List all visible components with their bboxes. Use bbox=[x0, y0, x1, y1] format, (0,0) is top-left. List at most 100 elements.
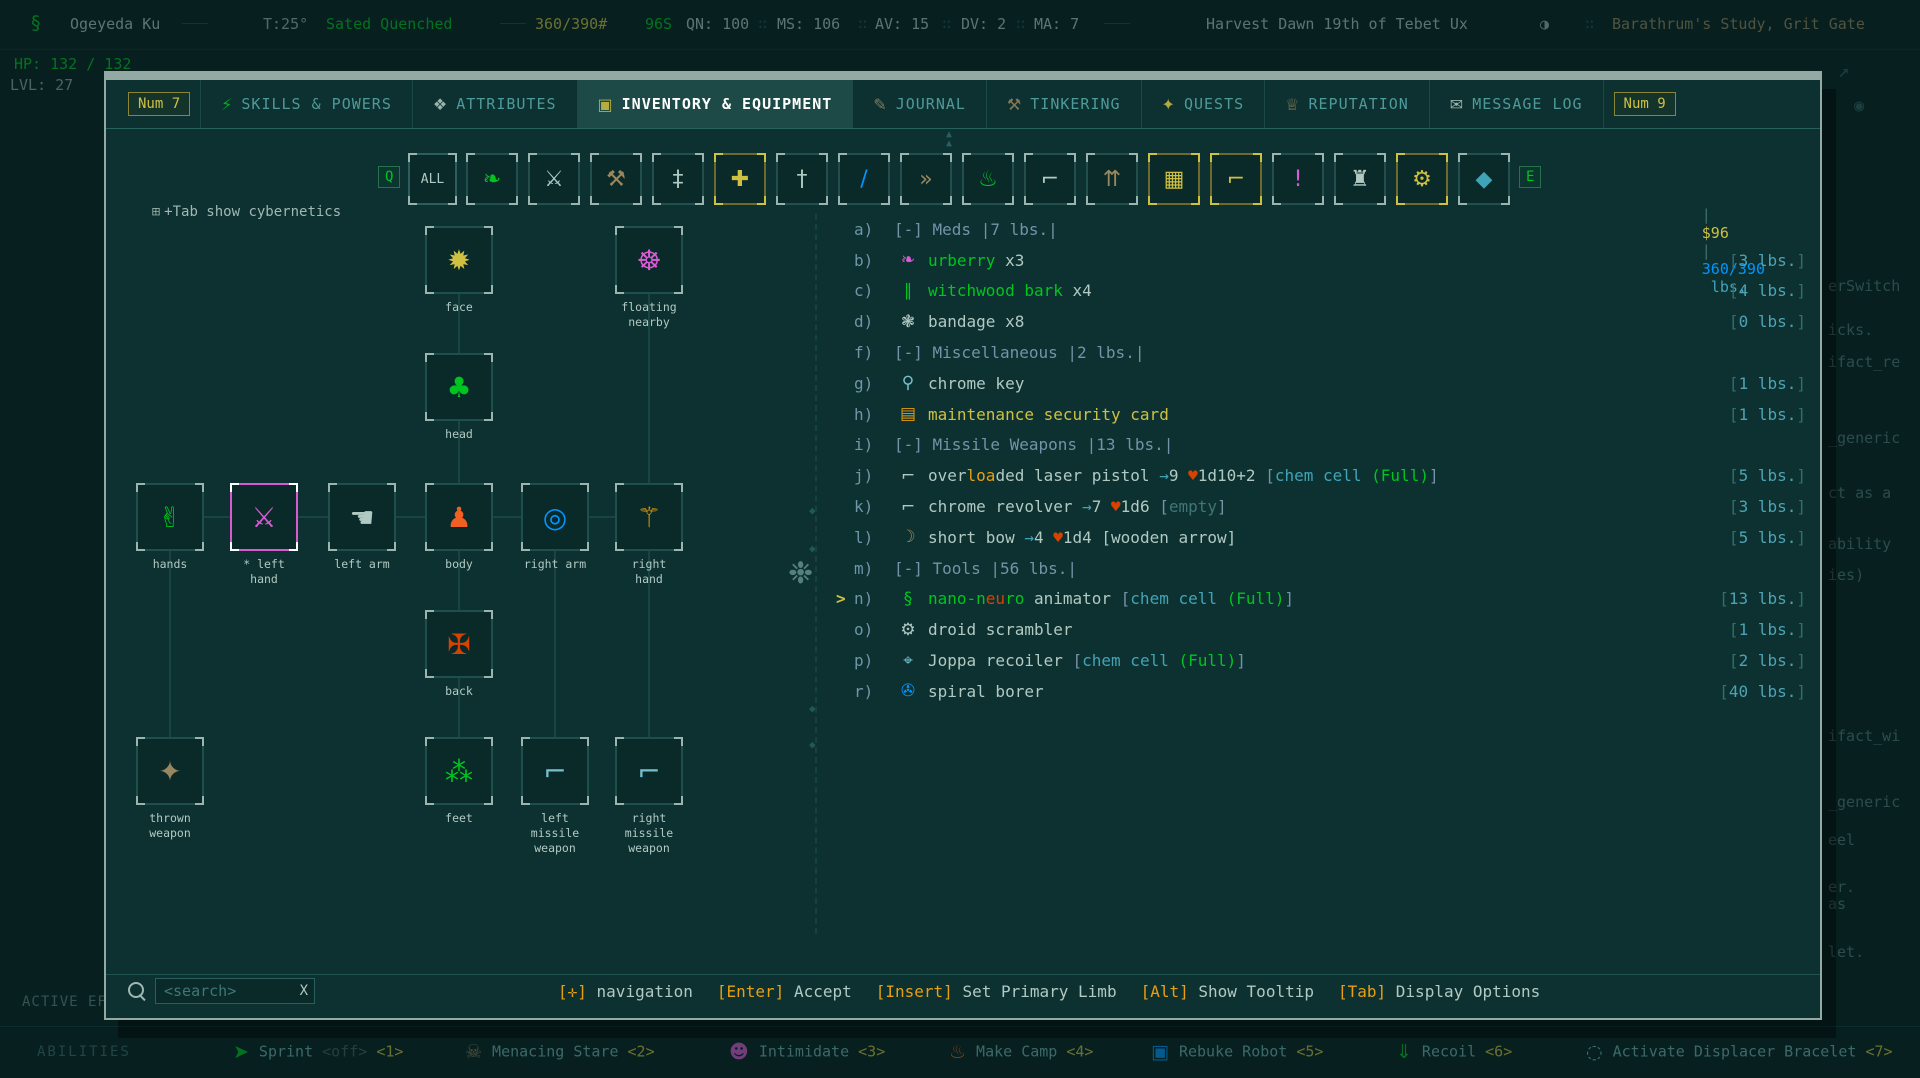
hint-display-options: [Tab] Display Options bbox=[1337, 981, 1541, 1001]
inventory-item-row[interactable]: j) ⌐ overloaded laser pistol →9 ♥1d10+2 [c… bbox=[836, 460, 1806, 491]
hint-accept: [Enter] Accept bbox=[716, 981, 852, 1001]
ability-intimidate[interactable]: ☻ Intimidate <3> bbox=[729, 1041, 885, 1063]
slot-feet[interactable]: ⁂ bbox=[425, 737, 493, 805]
row-hotkey-letter: b) bbox=[854, 250, 874, 270]
inventory-category-row[interactable]: a) [-] Meds |7 lbs.| bbox=[836, 214, 1806, 245]
inventory-item-row[interactable]: c) ∥ witchwood bark x4 [4 lbs.] bbox=[836, 276, 1806, 307]
inventory-item-row[interactable]: p) ⌖ Joppa recoiler [chem cell (Full)] [2 l… bbox=[836, 645, 1806, 676]
activate-displacer-bracelet-icon: ◌ bbox=[1586, 1041, 1603, 1063]
inventory-item-row[interactable]: o) ⚙ droid scrambler [1 lbs.] bbox=[836, 614, 1806, 645]
slot-left-arm[interactable]: ☚ bbox=[328, 483, 396, 551]
row-hotkey-letter: f) bbox=[854, 343, 874, 363]
inventory-item-row[interactable]: l) ☽ short bow →4 ♥1d4 [wooden arrow] [5 lb… bbox=[836, 522, 1806, 553]
ability-bar: ➤ Sprint <off> <1> ☠ Menacing Stare <2> ☻ Int… bbox=[0, 1027, 1920, 1078]
background-text-fragment: icks. bbox=[1828, 321, 1874, 339]
chrome-revolver-icon: ⌐ bbox=[900, 496, 916, 517]
ability-make-camp[interactable]: ♨ Make Camp <4> bbox=[949, 1041, 1093, 1063]
row-text: spiral borer bbox=[928, 681, 1044, 701]
carry-weight-readout: 360/390# bbox=[535, 15, 608, 33]
body-icon: ♟ bbox=[446, 500, 472, 534]
inventory-category-row[interactable]: i) [-] Missile Weapons |13 lbs.| bbox=[836, 430, 1806, 461]
right-arm-icon: ◎ bbox=[542, 500, 568, 534]
inventory-item-row[interactable]: r) ✇ spiral borer [40 lbs.] bbox=[836, 676, 1806, 707]
inventory-item-row[interactable]: d) ❃ bandage x8 [0 lbs.] bbox=[836, 306, 1806, 337]
clear-search-button[interactable]: X bbox=[300, 983, 308, 999]
slot-thrown-weapon[interactable]: ✦ bbox=[136, 737, 204, 805]
row-weight: [1 lbs.] bbox=[1728, 373, 1806, 393]
thirst-readout: 96S bbox=[645, 15, 673, 33]
row-hotkey-letter: p) bbox=[854, 651, 874, 671]
make-camp-icon: ♨ bbox=[949, 1041, 967, 1063]
row-weight: [1 lbs.] bbox=[1728, 620, 1806, 640]
menacing-stare-icon: ☠ bbox=[465, 1041, 483, 1063]
row-hotkey-letter: m) bbox=[854, 558, 874, 578]
slot-label-thrown-weapon: thrown weapon bbox=[149, 811, 191, 840]
inventory-item-row[interactable]: b) ❧ urberry x3 [3 lbs.] bbox=[836, 245, 1806, 276]
row-hotkey-letter: r) bbox=[854, 681, 874, 701]
slot-left-missile-weapon[interactable]: ⌐ bbox=[521, 737, 589, 805]
urberry-icon: ❧ bbox=[900, 250, 916, 271]
inventory-category-row[interactable]: f) [-] Miscellaneous |2 lbs.| bbox=[836, 337, 1806, 368]
inventory-item-row[interactable]: k) ⌐ chrome revolver →7 ♥1d6 [empty] [3 lbs… bbox=[836, 491, 1806, 522]
slot-face[interactable]: ✹ bbox=[425, 226, 493, 294]
slot-right-arm[interactable]: ◎ bbox=[521, 483, 589, 551]
armor-value-stat: AV: 15 bbox=[875, 15, 930, 33]
slot-left-hand[interactable]: ⚔ bbox=[230, 483, 298, 551]
window-resize-icon[interactable]: ↗ bbox=[1838, 60, 1849, 82]
slot-label-hands: hands bbox=[152, 557, 188, 571]
row-hotkey-letter: j) bbox=[854, 466, 874, 486]
background-text-fragment: let. bbox=[1828, 943, 1865, 961]
ability-rebuke-robot[interactable]: ▣ Rebuke Robot <5> bbox=[1151, 1041, 1323, 1063]
slot-head[interactable]: ♣ bbox=[425, 353, 493, 421]
ability-recoil[interactable]: ⇓ Recoil <6> bbox=[1396, 1041, 1512, 1063]
sprint-icon: ➤ bbox=[233, 1041, 249, 1063]
background-text-fragment: ies) bbox=[1828, 566, 1865, 584]
slot-label-left-hand: * left hand bbox=[243, 557, 285, 586]
slot-right-missile-weapon[interactable]: ⌐ bbox=[615, 737, 683, 805]
ability-activate-displacer-bracelet[interactable]: ◌ Activate Displacer Bracelet <7> bbox=[1586, 1041, 1893, 1063]
chrome-key-icon: ⚲ bbox=[901, 373, 915, 394]
row-hotkey-letter: h) bbox=[854, 404, 874, 424]
hint-show-tooltip: [Alt] Show Tooltip bbox=[1140, 981, 1314, 1001]
slot-hands[interactable]: ✌ bbox=[136, 483, 204, 551]
slot-floating-nearby[interactable]: ☸ bbox=[615, 226, 683, 294]
inventory-item-row[interactable]: g) ⚲ chrome key [1 lbs.] bbox=[836, 368, 1806, 399]
magnify-view-icon[interactable]: ◉ bbox=[1854, 96, 1864, 116]
row-weight: [1 lbs.] bbox=[1728, 404, 1806, 424]
row-weight: [40 lbs.] bbox=[1719, 681, 1806, 701]
stat-separator: ∷ bbox=[1585, 15, 1595, 33]
row-text: chrome key bbox=[928, 373, 1025, 393]
row-text: nano-neuro animator [chem cell (Full)] bbox=[928, 589, 1295, 609]
slot-label-feet: feet bbox=[445, 811, 473, 825]
search-box[interactable]: X bbox=[155, 978, 315, 1004]
left-arm-icon: ☚ bbox=[349, 500, 375, 534]
left-hand-icon: ⚔ bbox=[251, 500, 277, 534]
slot-body[interactable]: ♟ bbox=[425, 483, 493, 551]
hint-navigation: [✛] navigation bbox=[558, 981, 693, 1001]
inventory-item-row[interactable]: h) ▤ maintenance security card [1 lbs.] bbox=[836, 399, 1806, 430]
search-input[interactable] bbox=[162, 981, 294, 1001]
selection-cursor: > bbox=[836, 589, 846, 609]
active-effects-label: ACTIVE EFF bbox=[22, 994, 117, 1010]
inventory-category-row[interactable]: m) [-] Tools |56 lbs.| bbox=[836, 553, 1806, 584]
row-text: overloaded laser pistol →9 ♥1d10+2 [chem… bbox=[928, 466, 1439, 486]
left-missile-weapon-icon: ⌐ bbox=[543, 754, 567, 788]
row-weight: [5 lbs.] bbox=[1728, 466, 1806, 486]
player-name: Ogeyeda Ku bbox=[70, 15, 161, 33]
slot-right-hand[interactable]: ⚚ bbox=[615, 483, 683, 551]
stat-separator: ∷ bbox=[758, 15, 768, 33]
ability-menacing-stare[interactable]: ☠ Menacing Stare <2> bbox=[465, 1041, 655, 1063]
row-hotkey-letter: o) bbox=[854, 620, 874, 640]
background-text-fragment: eel bbox=[1828, 831, 1856, 849]
status-bar: § Ogeyeda Ku T:25° Sated Quenched 360/39… bbox=[0, 0, 1920, 50]
row-text: [-] Miscellaneous |2 lbs.| bbox=[894, 343, 1145, 363]
slot-back[interactable]: ✠ bbox=[425, 610, 493, 678]
slot-label-right-missile-weapon: right missile weapon bbox=[624, 811, 674, 855]
hands-icon: ✌ bbox=[158, 500, 182, 534]
droid-scrambler-icon: ⚙ bbox=[900, 619, 916, 640]
ability-sprint[interactable]: ➤ Sprint <off> <1> bbox=[233, 1041, 403, 1063]
slot-label-back: back bbox=[445, 684, 473, 698]
inventory-item-row[interactable]: > n) § nano-neuro animator [chem cell (Full… bbox=[836, 584, 1806, 615]
hint-set-primary-limb: [Insert] Set Primary Limb bbox=[875, 981, 1117, 1001]
rebuke-robot-icon: ▣ bbox=[1151, 1041, 1169, 1063]
